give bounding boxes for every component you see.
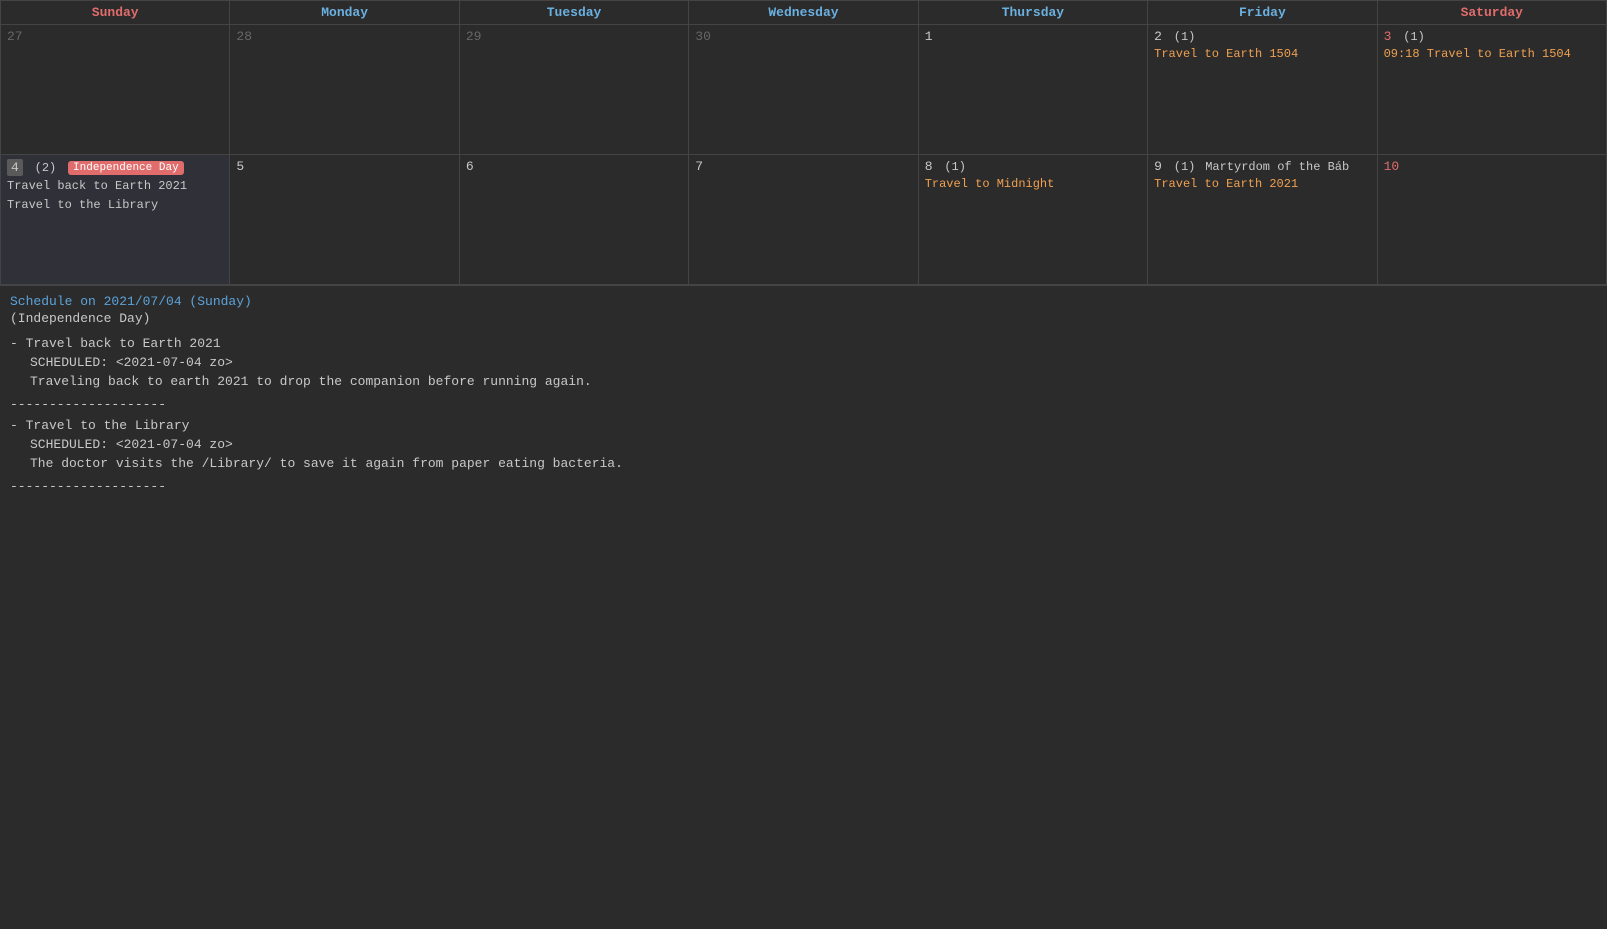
day-cell-1[interactable]: 1 — [919, 25, 1148, 155]
schedule-pane: Schedule on 2021/07/04 (Sunday) (Indepen… — [0, 285, 1607, 508]
day-num-9: 9 — [1154, 159, 1162, 174]
entry-desc-2: The doctor visits the /Library/ to save … — [30, 456, 1597, 471]
day-cell-5[interactable]: 5 — [230, 155, 459, 285]
day-num-1: 1 — [925, 29, 933, 44]
event-count-2: (1) — [1174, 30, 1196, 44]
calendar-container: Sunday Monday Tuesday Wednesday Thursday… — [0, 0, 1607, 285]
event-travel-back-earth: Travel back to Earth 2021 — [7, 178, 223, 195]
event-travel-earth-1504-fri: Travel to Earth 1504 — [1154, 46, 1370, 63]
schedule-entry-1: - Travel back to Earth 2021 SCHEDULED: <… — [10, 336, 1597, 389]
day-num-30: 30 — [695, 29, 711, 44]
entry-title-2: - Travel to the Library — [10, 418, 1597, 433]
divider-2: -------------------- — [10, 479, 1597, 494]
day-cell-8[interactable]: 8 (1) Travel to Midnight — [919, 155, 1148, 285]
schedule-subtitle: (Independence Day) — [10, 311, 1597, 326]
day-num-4: 4 — [7, 159, 23, 176]
day-cell-3[interactable]: 3 (1) 09:18 Travel to Earth 1504 — [1378, 25, 1607, 155]
entry-title-1: - Travel back to Earth 2021 — [10, 336, 1597, 351]
event-travel-library: Travel to the Library — [7, 197, 223, 214]
divider-1: -------------------- — [10, 397, 1597, 412]
event-count-4: (2) — [35, 161, 57, 175]
entry-desc-1: Traveling back to earth 2021 to drop the… — [30, 374, 1597, 389]
event-count-9: (1) — [1174, 160, 1196, 174]
day-num-29: 29 — [466, 29, 482, 44]
header-sunday: Sunday — [1, 1, 230, 25]
day-cell-10[interactable]: 10 — [1378, 155, 1607, 285]
header-saturday: Saturday — [1378, 1, 1607, 25]
day-cell-28[interactable]: 28 — [230, 25, 459, 155]
day-num-28: 28 — [236, 29, 252, 44]
day-cell-4[interactable]: 4 (2) Independence Day Travel back to Ea… — [1, 155, 230, 285]
day-cell-7[interactable]: 7 — [689, 155, 918, 285]
day-num-5: 5 — [236, 159, 244, 174]
day-cell-6[interactable]: 6 — [460, 155, 689, 285]
day-cell-2[interactable]: 2 (1) Travel to Earth 1504 — [1148, 25, 1377, 155]
day-num-8: 8 — [925, 159, 933, 174]
header-monday: Monday — [230, 1, 459, 25]
event-count-8: (1) — [944, 160, 966, 174]
holiday-independence-day: Independence Day — [68, 161, 184, 175]
schedule-entry-2: - Travel to the Library SCHEDULED: <2021… — [10, 418, 1597, 471]
day-cell-29[interactable]: 29 — [460, 25, 689, 155]
header-tuesday: Tuesday — [460, 1, 689, 25]
entry-scheduled-1: SCHEDULED: <2021-07-04 zo> — [30, 355, 1597, 370]
header-friday: Friday — [1148, 1, 1377, 25]
header-wednesday: Wednesday — [689, 1, 918, 25]
day-cell-30[interactable]: 30 — [689, 25, 918, 155]
event-travel-midnight: Travel to Midnight — [925, 176, 1141, 193]
calendar-grid: Sunday Monday Tuesday Wednesday Thursday… — [0, 0, 1607, 285]
day-cell-9[interactable]: 9 (1) Martyrdom of the Báb Travel to Ear… — [1148, 155, 1377, 285]
day-num-7: 7 — [695, 159, 703, 174]
event-travel-earth-2021-fri: Travel to Earth 2021 — [1154, 176, 1370, 193]
header-thursday: Thursday — [919, 1, 1148, 25]
day-num-3: 3 — [1384, 29, 1392, 44]
entry-scheduled-2: SCHEDULED: <2021-07-04 zo> — [30, 437, 1597, 452]
day-num-10: 10 — [1384, 159, 1400, 174]
day-num-6: 6 — [466, 159, 474, 174]
event-count-3: (1) — [1403, 30, 1425, 44]
schedule-title: Schedule on 2021/07/04 (Sunday) — [10, 294, 1597, 309]
holiday-martyrdom: Martyrdom of the Báb — [1205, 160, 1349, 174]
day-num-2: 2 — [1154, 29, 1162, 44]
day-cell-27[interactable]: 27 — [1, 25, 230, 155]
day-num-27: 27 — [7, 29, 23, 44]
event-travel-earth-1504-sat: 09:18 Travel to Earth 1504 — [1384, 46, 1600, 63]
